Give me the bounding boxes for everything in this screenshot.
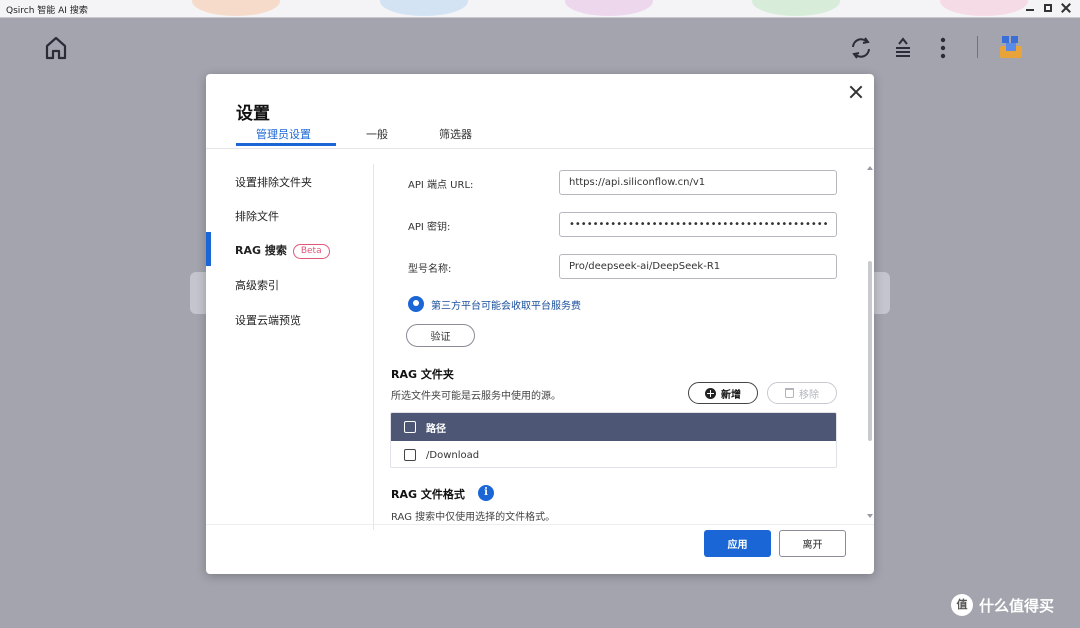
column-header-path: 路径 <box>426 423 446 435</box>
rag-folder-title: RAG 文件夹 <box>391 368 454 381</box>
rag-folder-desc: 所选文件夹可能是云服务中使用的源。 <box>391 391 561 402</box>
api-key-input[interactable] <box>559 212 837 237</box>
api-key-label: API 密钥: <box>408 222 451 233</box>
footer-divider <box>206 524 874 525</box>
api-endpoint-input[interactable] <box>559 170 837 195</box>
tab-filters[interactable]: 筛选器 <box>439 126 472 142</box>
leave-button[interactable]: 离开 <box>779 530 846 557</box>
settings-dialog: 设置 管理员设置 一般 筛选器 设置排除文件夹 排除文件 RAG 搜索 Beta … <box>206 74 874 574</box>
tabs-divider <box>206 148 874 149</box>
sidebar-item-label: RAG 搜索 <box>235 244 287 257</box>
folder-path: /Download <box>426 449 480 461</box>
tab-admin-settings[interactable]: 管理员设置 <box>256 126 311 142</box>
scroll-up-icon[interactable] <box>867 166 873 170</box>
beta-badge: Beta <box>292 244 330 259</box>
stack-icon[interactable] <box>890 34 916 62</box>
model-name-input[interactable] <box>559 254 837 279</box>
window-controls <box>1024 2 1072 14</box>
tab-general[interactable]: 一般 <box>366 126 388 142</box>
bg-decoration <box>380 0 468 16</box>
location-pin-icon <box>408 296 424 312</box>
watermark: 值 什么值得买 <box>951 594 1054 616</box>
window-close-icon[interactable] <box>1060 2 1072 14</box>
home-icon[interactable] <box>43 34 69 62</box>
rag-format-desc: RAG 搜索中仅使用选择的文件格式。 <box>391 512 556 523</box>
sidebar-item-advanced-index[interactable]: 高级索引 <box>235 277 279 293</box>
fee-notice: 第三方平台可能会收取平台服务费 <box>408 296 581 312</box>
sidebar-item-rag-search[interactable]: RAG 搜索 Beta <box>235 242 330 259</box>
minimize-icon[interactable] <box>1024 2 1036 14</box>
sidebar-item-exclude-folders[interactable]: 设置排除文件夹 <box>235 174 312 190</box>
dialog-title: 设置 <box>236 104 270 124</box>
fee-notice-text: 第三方平台可能会收取平台服务费 <box>431 300 581 312</box>
sidebar-active-indicator <box>206 232 211 266</box>
active-tab-indicator <box>236 143 336 146</box>
bg-decoration <box>752 0 840 16</box>
apply-button[interactable]: 应用 <box>704 530 771 557</box>
window-titlebar: Qsirch 智能 AI 搜索 <box>0 0 1080 18</box>
sidebar-item-cloud-preview[interactable]: 设置云端预览 <box>235 312 301 328</box>
scroll-down-icon[interactable] <box>867 514 873 518</box>
table-row[interactable]: /Download <box>391 441 836 467</box>
row-checkbox[interactable] <box>404 449 416 461</box>
remove-folder-button[interactable]: 移除 <box>767 382 837 404</box>
bg-decoration <box>192 0 280 16</box>
user-avatar-icon[interactable] <box>998 32 1024 60</box>
add-label: 新增 <box>721 389 741 401</box>
select-all-checkbox[interactable] <box>404 421 416 433</box>
toolbar-divider <box>977 36 978 58</box>
remove-label: 移除 <box>799 389 819 401</box>
rag-format-title: RAG 文件格式 <box>391 488 465 501</box>
refresh-icon[interactable] <box>848 34 874 62</box>
maximize-icon[interactable] <box>1042 2 1054 14</box>
watermark-text: 什么值得买 <box>979 596 1055 615</box>
close-icon[interactable] <box>848 84 864 100</box>
window-title: Qsirch 智能 AI 搜索 <box>6 6 88 16</box>
add-folder-button[interactable]: 新增 <box>688 382 758 404</box>
trash-icon <box>785 388 794 398</box>
sidebar-item-exclude-files[interactable]: 排除文件 <box>235 208 279 224</box>
api-endpoint-label: API 端点 URL: <box>408 180 474 191</box>
bg-decoration <box>565 0 653 16</box>
verify-button[interactable]: 验证 <box>406 324 475 347</box>
more-menu-icon[interactable] <box>930 34 956 62</box>
info-icon[interactable]: i <box>478 485 494 501</box>
rag-folder-table: 路径 /Download <box>390 412 837 468</box>
bg-decoration <box>940 0 1028 16</box>
watermark-logo: 值 <box>951 594 973 616</box>
plus-circle-icon <box>705 387 716 399</box>
content-scrollbar[interactable] <box>867 166 873 518</box>
model-name-label: 型号名称: <box>408 264 452 275</box>
scroll-thumb[interactable] <box>868 261 872 441</box>
sidebar-divider <box>373 164 374 530</box>
table-header: 路径 <box>391 413 836 441</box>
